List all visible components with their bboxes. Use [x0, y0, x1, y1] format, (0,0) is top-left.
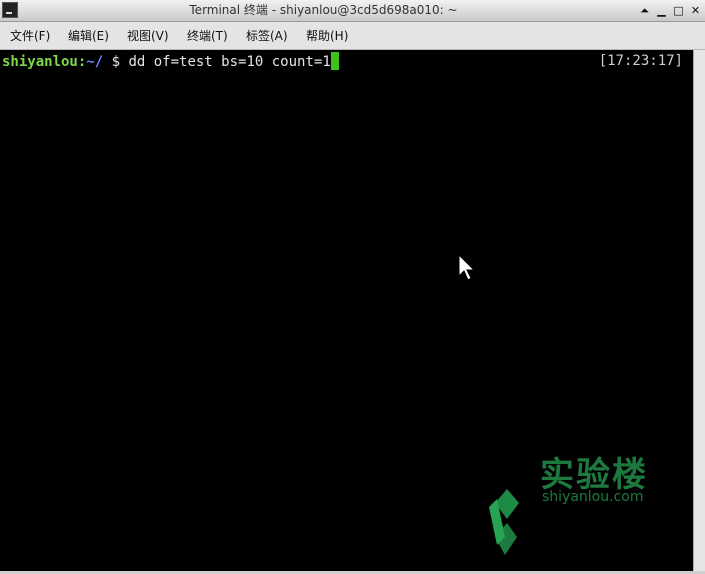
watermark-site: shiyanlou.com: [542, 489, 644, 505]
command-line: shiyanlou:~/ $ dd of=test bs=10 count=1: [2, 52, 339, 72]
close-button[interactable]: ✕: [688, 3, 703, 18]
shiyanlou-logo-icon: [489, 489, 519, 555]
title-bar[interactable]: Terminal 终端 - shiyanlou@3cd5d698a010: ~ …: [0, 0, 705, 22]
vertical-scrollbar[interactable]: [693, 50, 705, 571]
menu-view[interactable]: 视图(V): [127, 27, 169, 44]
window-title: Terminal 终端 - shiyanlou@3cd5d698a010: ~: [189, 3, 458, 17]
prompt-symbol: $: [103, 54, 129, 70]
menu-tabs[interactable]: 标签(A): [246, 27, 288, 44]
command-text: dd of=test bs=10 count=1: [128, 54, 331, 70]
menu-bar: 文件(F) 编辑(E) 视图(V) 终端(T) 标签(A) 帮助(H): [0, 22, 705, 50]
prompt-path: ~/: [86, 54, 104, 70]
terminal-window: Terminal 终端 - shiyanlou@3cd5d698a010: ~ …: [0, 0, 705, 574]
menu-help[interactable]: 帮助(H): [306, 27, 348, 44]
clock-display: [17:23:17]: [598, 53, 683, 69]
minimize-button[interactable]: ▁: [654, 3, 669, 18]
menu-terminal[interactable]: 终端(T): [187, 27, 228, 44]
mouse-pointer-icon: [458, 254, 476, 281]
menu-edit[interactable]: 编辑(E): [68, 27, 109, 44]
shade-button[interactable]: ⏶: [637, 3, 652, 18]
prompt-user: shiyanlou: [2, 54, 78, 70]
maximize-button[interactable]: □: [671, 3, 686, 18]
terminal-app-icon[interactable]: [2, 2, 18, 18]
text-cursor: [330, 52, 339, 70]
menu-file[interactable]: 文件(F): [10, 27, 50, 44]
